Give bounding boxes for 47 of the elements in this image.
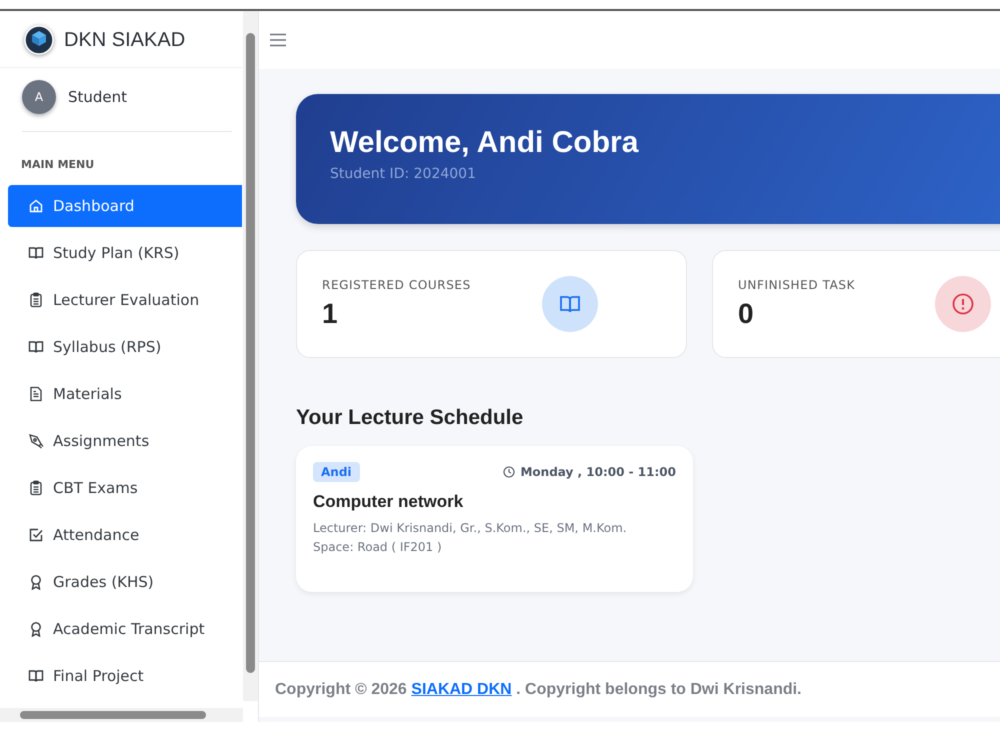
book-icon bbox=[28, 668, 44, 684]
stat-value: 1 bbox=[322, 298, 339, 330]
award-icon bbox=[28, 574, 44, 590]
sidebar-item[interactable]: Dashboard bbox=[8, 185, 242, 227]
stat-label: UNFINISHED TASK bbox=[738, 278, 856, 292]
book-icon bbox=[542, 276, 598, 332]
menu-heading: MAIN MENU bbox=[20, 157, 96, 173]
sidebar-item[interactable]: Grades (KHS) bbox=[8, 561, 242, 603]
sidebar-item[interactable]: CBT Exams bbox=[8, 467, 242, 509]
vertical-scrollbar[interactable] bbox=[243, 11, 258, 701]
menu-icon[interactable] bbox=[269, 33, 287, 47]
class-tag: Andi bbox=[313, 462, 360, 482]
horizontal-scrollbar[interactable] bbox=[0, 708, 243, 722]
stat-value: 0 bbox=[738, 298, 755, 330]
home-icon bbox=[28, 198, 44, 214]
copyright-text: Copyright © 2026 SIAKAD DKN . Copyright belongs to Dwi Krisnandi. bbox=[275, 680, 802, 698]
sidebar-item[interactable]: Final Project bbox=[8, 655, 242, 697]
clipboard-icon bbox=[28, 480, 44, 496]
logo-icon bbox=[24, 25, 54, 55]
footer-link[interactable]: SIAKAD DKN bbox=[411, 680, 512, 698]
schedule-time: Monday , 10:00 - 11:00 bbox=[520, 465, 676, 479]
book-icon bbox=[28, 339, 44, 355]
book-icon bbox=[28, 245, 44, 261]
clock-icon bbox=[503, 466, 516, 478]
sidebar-item[interactable]: Attendance bbox=[8, 514, 242, 556]
checkbox-icon bbox=[28, 527, 44, 543]
stat-label: REGISTERED COURSES bbox=[322, 278, 471, 292]
sidebar-item[interactable]: Lecturer Evaluation bbox=[8, 279, 242, 321]
app-title: DKN SIAKAD bbox=[64, 28, 186, 52]
lecturer-text: Lecturer: Dwi Krisnandi, Gr., S.Kom., SE, SM, M.Kom. bbox=[313, 520, 628, 537]
section-heading: Your Lecture Schedule bbox=[296, 406, 524, 430]
award-icon bbox=[28, 621, 44, 637]
student-id: Student ID: 2024001 bbox=[330, 166, 477, 182]
sidebar-item[interactable]: Academic Transcript bbox=[8, 608, 242, 650]
course-title: Computer network bbox=[313, 492, 464, 512]
clipboard-icon bbox=[28, 292, 44, 308]
user-avatar: A bbox=[22, 80, 56, 114]
sidebar-item[interactable]: Syllabus (RPS) bbox=[8, 326, 242, 368]
sidebar-item[interactable]: Assignments bbox=[8, 420, 242, 462]
room-text: Space: Road ( IF201 ) bbox=[313, 539, 443, 556]
welcome-title: Welcome, Andi Cobra bbox=[330, 126, 640, 160]
pen-icon bbox=[28, 433, 44, 449]
user-role: Student bbox=[68, 88, 128, 106]
document-icon bbox=[28, 386, 44, 402]
sidebar-item[interactable]: Study Plan (KRS) bbox=[8, 232, 242, 274]
sidebar-item[interactable]: Materials bbox=[8, 373, 242, 415]
alert-icon bbox=[935, 276, 992, 332]
